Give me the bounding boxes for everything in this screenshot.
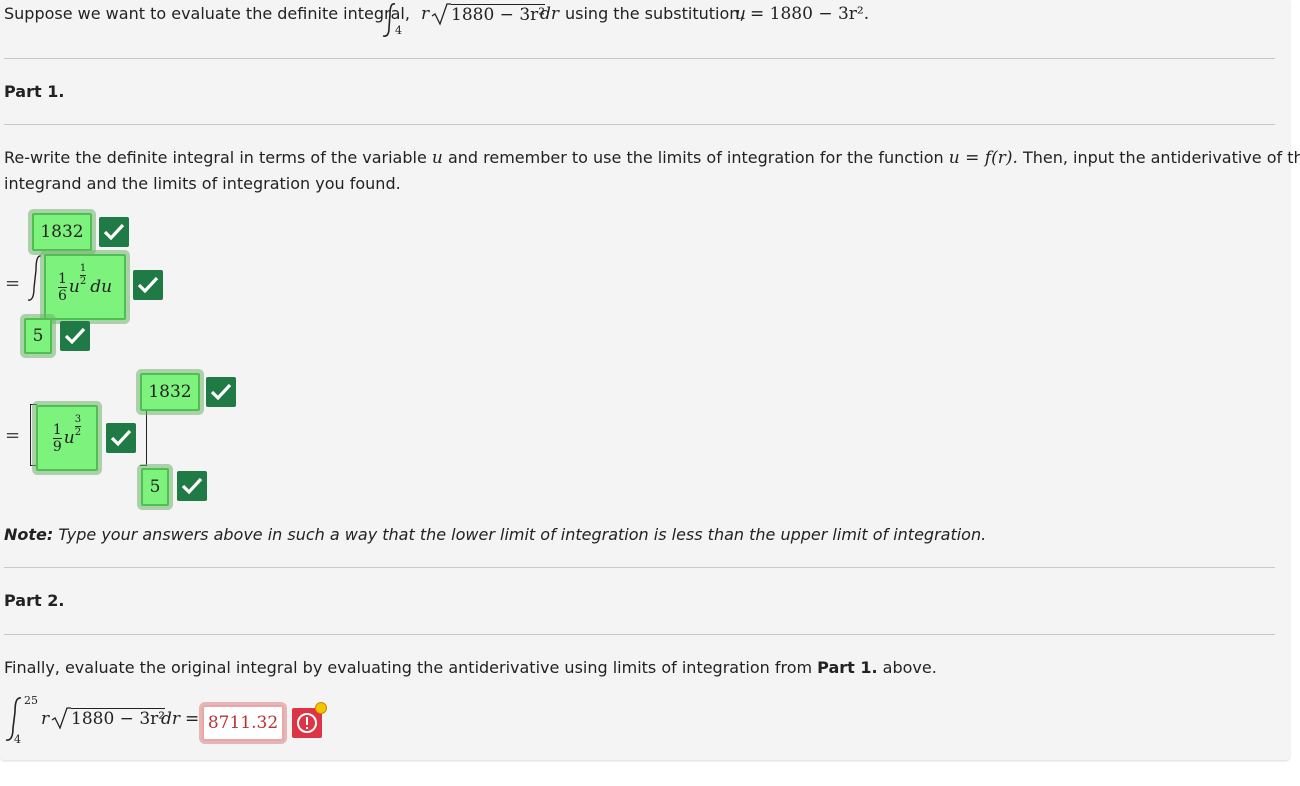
right-bracket [140, 404, 147, 466]
eval-lower-value: 5 [149, 477, 161, 497]
part2-heading: Part 2. [4, 591, 65, 610]
sqrt-sign-icon [431, 3, 451, 26]
antiderivative-correct [106, 423, 136, 453]
upper-limit-correct [99, 217, 129, 247]
final-answer-value: 8711.32 [207, 713, 279, 733]
intro-text: Suppose we want to evaluate the definite… [4, 4, 410, 23]
antiderivative-input[interactable]: 1 9 u 3 2 [36, 405, 98, 471]
upper-limit-value: 1832 [40, 222, 84, 242]
intro-substitution-lhs: u [735, 4, 746, 24]
upper-limit-input[interactable]: 1832 [32, 213, 92, 251]
part2-equals: = [185, 709, 200, 729]
anti-coeff-numerator: 1 [52, 421, 62, 438]
lower-limit-value: 5 [32, 326, 44, 346]
coeff-numerator: 1 [57, 270, 67, 287]
eval-upper-correct [206, 377, 236, 407]
instruction-var: u [431, 148, 443, 168]
part2-lower-limit: 4 [14, 733, 21, 746]
divider [4, 634, 1275, 635]
part2-differential: dr [161, 709, 181, 729]
part1-instruction: Re-write the definite integral in terms … [4, 145, 1300, 171]
lower-limit-input[interactable]: 5 [24, 318, 52, 354]
eval-upper-value: 1832 [148, 382, 192, 402]
checkmark-icon [181, 477, 203, 495]
anti-exp-numerator: 3 [74, 413, 82, 425]
divider [4, 567, 1275, 568]
anti-exponent: 3 2 [74, 413, 82, 438]
exp-numerator: 1 [79, 262, 87, 274]
divider [4, 58, 1275, 59]
integrand-variable: u [68, 277, 80, 297]
eval-lower-correct [177, 471, 207, 501]
integrand-input[interactable]: 1 6 u 1 2 du [44, 254, 126, 320]
part2-radicand: 1880 − 3r² [71, 708, 166, 729]
equals-sign: = [5, 273, 21, 294]
part1-note: Note: Type your answers above in such a … [4, 522, 986, 548]
question-panel: Suppose we want to evaluate the definite… [0, 0, 1300, 760]
anti-exp-denominator: 2 [74, 426, 82, 438]
equals-sign: = [5, 425, 21, 446]
instruction-text: above. [882, 658, 937, 677]
intro-lower-limit: 4 [395, 24, 402, 37]
final-answer-input[interactable]: 8711.32 [202, 705, 284, 741]
part1-instruction-line2: integrand and the limits of integration … [4, 174, 401, 193]
instruction-text: Finally, evaluate the original integral … [4, 658, 813, 677]
part2-upper-limit: 25 [24, 694, 38, 707]
checkmark-icon [103, 223, 125, 241]
divider [4, 124, 1275, 125]
instruction-text: Re-write the definite integral in terms … [4, 148, 427, 167]
instruction-text: Then, input the antiderivative of the [1022, 148, 1300, 167]
checkmark-icon [137, 276, 159, 294]
integrand-exponent: 1 2 [79, 262, 87, 287]
anti-coeff: 1 9 [52, 421, 62, 455]
anti-coeff-denominator: 9 [52, 438, 62, 455]
warning-dot-icon [315, 702, 327, 714]
coeff-denominator: 6 [57, 287, 67, 304]
note-label: Note: [4, 525, 54, 544]
lower-limit-correct [60, 321, 90, 351]
instruction-text: and remember to use the limits of integr… [447, 148, 944, 167]
integral-sign-icon [27, 255, 42, 301]
instruction-fn: u = f(r). [948, 148, 1018, 168]
exclamation-circle-icon [297, 713, 317, 733]
intro-line: Suppose we want to evaluate the definite… [4, 1, 410, 27]
integrand-coeff: 1 6 [57, 270, 67, 304]
sqrt-sign-icon [51, 707, 71, 730]
intro-integrand-var: r [421, 4, 430, 24]
instruction-bold: Part 1. [817, 658, 878, 677]
part2-instruction: Finally, evaluate the original integral … [4, 655, 937, 681]
intro-middle-text: using the substitution, [565, 4, 745, 23]
part1-heading: Part 1. [4, 82, 65, 101]
note-text: Type your answers above in such a way th… [58, 525, 987, 544]
anti-variable: u [63, 428, 75, 448]
checkmark-icon [110, 429, 132, 447]
exp-denominator: 2 [79, 275, 87, 287]
checkmark-icon [64, 327, 86, 345]
checkmark-icon [210, 383, 232, 401]
integrand-du: du [90, 277, 113, 297]
integrand-correct [133, 270, 163, 300]
intro-substitution-rhs: = 1880 − 3r². [750, 4, 870, 24]
intro-radicand: 1880 − 3r² [451, 4, 546, 25]
intro-differential: dr [540, 4, 560, 24]
part2-integrand-var: r [41, 709, 50, 729]
eval-lower-input[interactable]: 5 [141, 468, 169, 506]
eval-upper-input[interactable]: 1832 [140, 373, 200, 411]
